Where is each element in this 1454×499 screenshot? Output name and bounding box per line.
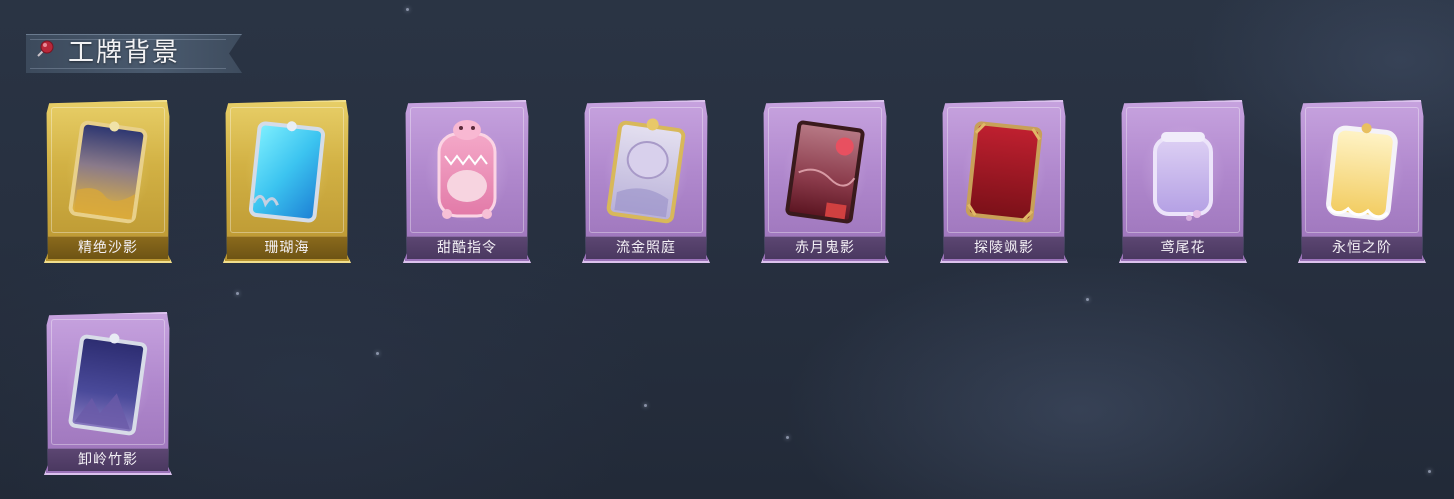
card-label: 赤月鬼影	[765, 236, 885, 259]
background-star	[644, 404, 647, 407]
crimson-card-icon	[965, 121, 1043, 223]
badge-background-card[interactable]: 赤月鬼影	[761, 100, 889, 263]
card-label: 探陵飒影	[944, 236, 1064, 259]
card-label: 流金照庭	[586, 236, 706, 259]
badge-background-card[interactable]: 精绝沙影	[44, 100, 172, 263]
bamboo-night-card-icon	[68, 333, 148, 436]
badge-background-card[interactable]: 珊瑚海	[223, 100, 351, 263]
iris-card-icon	[1153, 132, 1213, 221]
coral-frame-card-icon	[248, 121, 326, 223]
badge-background-card[interactable]: 流金照庭	[582, 100, 710, 263]
background-star	[1086, 298, 1089, 301]
background-star	[236, 292, 239, 295]
pink-monster-card-icon	[437, 120, 497, 219]
section-header: 工牌背景	[26, 32, 242, 74]
background-star	[406, 8, 409, 11]
badge-background-card[interactable]: 甜酷指令	[403, 100, 531, 263]
card-label: 甜酷指令	[407, 236, 527, 259]
badge-background-card[interactable]: 探陵飒影	[940, 100, 1068, 263]
card-label: 珊瑚海	[227, 236, 347, 259]
card-label: 精绝沙影	[48, 236, 168, 259]
card-label: 鸢尾花	[1123, 236, 1243, 259]
card-label: 卸岭竹影	[48, 448, 168, 471]
red-moon-card-icon	[785, 120, 865, 224]
gilded-frame-card-icon	[606, 118, 686, 224]
pushpin-icon	[37, 40, 54, 57]
badge-background-card[interactable]: 卸岭竹影	[44, 312, 172, 475]
card-label: 永恒之阶	[1302, 236, 1422, 259]
section-title: 工牌背景	[68, 38, 181, 68]
background-star	[786, 436, 789, 439]
badge-background-card[interactable]: 鸢尾花	[1119, 100, 1247, 263]
sand-frame-card-icon	[68, 120, 148, 224]
golden-glow-card-icon	[1326, 123, 1398, 221]
badge-background-card[interactable]: 永恒之阶	[1298, 100, 1426, 263]
background-star	[376, 352, 379, 355]
background-star	[1428, 470, 1431, 473]
